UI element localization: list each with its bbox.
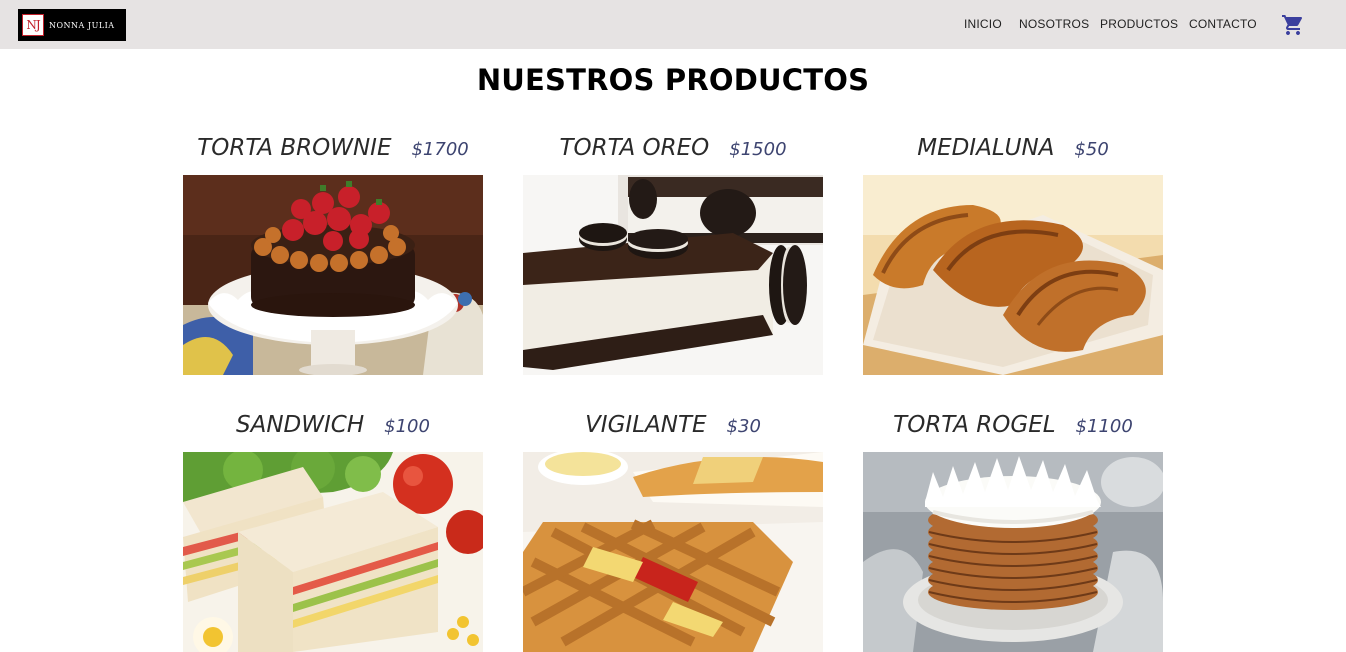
product-name: SANDWICH [236,412,365,438]
nav-link-nosotros[interactable]: NOSOTROS [1019,17,1089,31]
nav-link-productos[interactable]: PRODUCTOS [1100,17,1178,31]
rogel-cake-photo[interactable] [863,452,1163,652]
product-name: TORTA BROWNIE [197,135,392,161]
product-header: MEDIALUNA $50 [863,135,1163,175]
navbar: NJ NONNA JULIA INICIO NOSOTROS PRODUCTOS… [0,0,1346,49]
product-price: $50 [1074,139,1109,160]
product-header: VIGILANTE $30 [523,412,823,452]
shopping-cart-icon[interactable] [1281,13,1305,37]
product-price: $1100 [1075,416,1133,437]
product-header: TORTA ROGEL $1100 [863,412,1163,452]
vigilante-pastry-photo[interactable] [523,452,823,652]
brownie-cake-photo[interactable] [183,175,483,375]
nav-link-inicio[interactable]: INICIO [964,17,1002,31]
product-name: MEDIALUNA [917,135,1055,161]
product-card-medialuna: MEDIALUNA $50 [863,135,1163,375]
product-price: $100 [384,416,430,437]
product-price: $1700 [411,139,469,160]
product-header: TORTA OREO $1500 [523,135,823,175]
product-header: TORTA BROWNIE $1700 [183,135,483,175]
product-price: $30 [726,416,761,437]
product-card-sandwich: SANDWICH $100 [183,412,483,652]
page-title: NUESTROS PRODUCTOS [476,63,870,97]
nav-link-contacto[interactable]: CONTACTO [1189,17,1257,31]
nav-menu: INICIO NOSOTROS PRODUCTOS CONTACTO [0,0,1346,49]
product-header: SANDWICH $100 [183,412,483,452]
product-card-torta-oreo: TORTA OREO $1500 [523,135,823,375]
product-name: TORTA OREO [559,135,710,161]
product-name: TORTA ROGEL [893,412,1056,438]
product-name: VIGILANTE [585,412,707,438]
product-card-torta-rogel: TORTA ROGEL $1100 [863,412,1163,652]
croissant-photo[interactable] [863,175,1163,375]
oreo-cake-photo[interactable] [523,175,823,375]
sandwich-photo[interactable] [183,452,483,652]
product-card-vigilante: VIGILANTE $30 [523,412,823,652]
product-price: $1500 [729,139,787,160]
product-card-torta-brownie: TORTA BROWNIE $1700 [183,135,483,375]
